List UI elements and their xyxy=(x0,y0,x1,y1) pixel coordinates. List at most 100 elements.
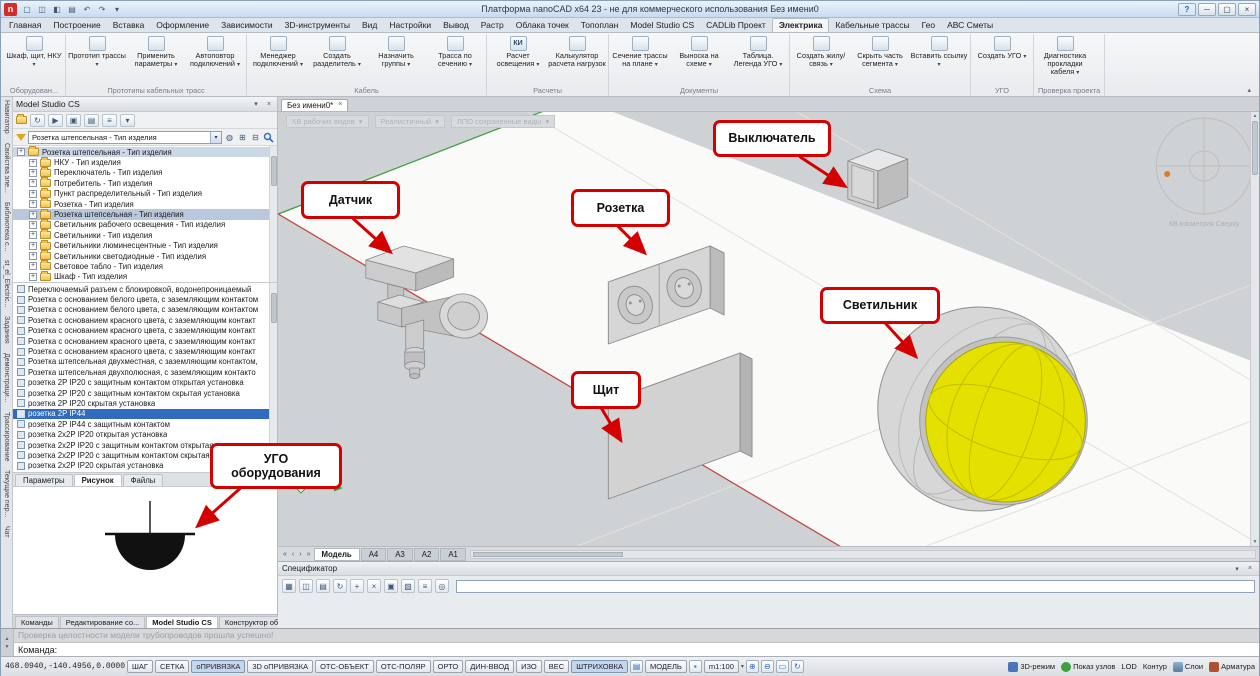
minimize-button[interactable]: ─ xyxy=(1198,3,1216,16)
tree-item[interactable]: + Розетка штепсельная - Тип изделия xyxy=(13,147,277,157)
ribbon-collapse-button[interactable]: ▴ xyxy=(1241,84,1257,96)
ribbon-tab[interactable]: Кабельные трассы xyxy=(829,19,915,32)
annotation-scale-button[interactable]: m1:100 xyxy=(704,660,739,673)
spec-link-icon[interactable]: ◎ xyxy=(435,579,449,593)
panel-menu-icon[interactable]: ▾ xyxy=(251,100,261,108)
list-item[interactable]: розетка 2P IP20 скрытая установка xyxy=(13,398,277,408)
tree-item[interactable]: + Светильник рабочего освещения - Тип из… xyxy=(13,220,277,230)
search-icon[interactable] xyxy=(263,132,274,143)
status-right-item[interactable]: Слои xyxy=(1173,662,1203,672)
list-item[interactable]: Розетка с основанием красного цвета, с з… xyxy=(13,315,277,325)
spec-export-icon[interactable]: ▧ xyxy=(401,579,415,593)
view-selector[interactable]: КВ рабочих видов▾ xyxy=(286,115,369,128)
viewport-vertical-scrollbar[interactable]: ▲ ▼ xyxy=(1250,112,1259,546)
layout-tab[interactable]: Модель xyxy=(314,548,360,561)
layout-tab[interactable]: А1 xyxy=(440,548,466,561)
tree-item[interactable]: + Шкаф - Тип изделия xyxy=(13,272,277,282)
preview-tab[interactable]: Файлы xyxy=(123,474,164,486)
list-scrollbar[interactable] xyxy=(269,283,277,472)
switch-3d[interactable] xyxy=(848,149,908,209)
mode-toggle-button[interactable]: ОТС-ОБЪЕКТ xyxy=(315,660,374,673)
mode-toggle-button[interactable]: ДИН-ВВОД xyxy=(465,660,514,673)
tree-item[interactable]: + Светильники - Тип изделия xyxy=(13,230,277,240)
tree-item[interactable]: + Потребитель - Тип изделия xyxy=(13,178,277,188)
ribbon-button[interactable]: Калькулятор расчета нагрузок xyxy=(548,35,606,69)
expand-icon[interactable]: + xyxy=(29,262,37,270)
mode-toggle-button[interactable]: ШАГ xyxy=(127,660,153,673)
list-item[interactable]: розетка 2P IP20 с защитным контактом скр… xyxy=(13,388,277,398)
undo-icon[interactable]: ↶ xyxy=(80,5,94,14)
docked-panel-tab[interactable]: Библиотека с... xyxy=(3,202,10,251)
ribbon-tab[interactable]: Растр xyxy=(475,19,510,32)
layout-tab[interactable]: А2 xyxy=(414,548,440,561)
list-item[interactable]: розетка 2P IP44 с защитным контактом xyxy=(13,419,277,429)
spec-settings-icon[interactable]: ▣ xyxy=(384,579,398,593)
mode-toggle-button[interactable]: ОРТО xyxy=(433,660,464,673)
list-item[interactable]: Розетка с основанием белого цвета, с заз… xyxy=(13,305,277,315)
saved-views-selector[interactable]: ЛПО сохраненные виды▾ xyxy=(451,115,555,128)
ribbon-tab[interactable]: Вывод xyxy=(437,19,475,32)
mode-toggle-button[interactable]: ОТС-ПОЛЯР xyxy=(376,660,431,673)
spec-print-icon[interactable]: ≡ xyxy=(418,579,432,593)
spec-add-icon[interactable]: + xyxy=(350,579,364,593)
ribbon-button[interactable]: Трасса по сечению ▾ xyxy=(426,35,484,69)
ribbon-tab[interactable]: АВС Сметы xyxy=(941,19,999,32)
docked-panel-tab[interactable]: Чат xyxy=(3,526,10,538)
zoom-window-icon[interactable]: ▭ xyxy=(776,660,789,673)
spec-delete-icon[interactable]: × xyxy=(367,579,381,593)
expand-icon[interactable]: + xyxy=(29,190,37,198)
apply-icon[interactable]: ▶ xyxy=(48,114,63,127)
lock-scale-icon[interactable]: ▪ xyxy=(689,660,702,673)
mode-toggle-button[interactable]: 3D оПРИВЯЗКА xyxy=(247,660,313,673)
ribbon-button[interactable]: Создать жилу/связь ▾ xyxy=(792,35,850,69)
view-compass[interactable]: КВ изометрия Сверху xyxy=(1156,118,1252,228)
new-file-icon[interactable]: ▢ xyxy=(20,5,34,14)
scale-dropdown-icon[interactable]: ▾ xyxy=(741,663,744,670)
list-item[interactable]: Переключаемый разъем с блокировкой, водо… xyxy=(13,284,277,294)
ribbon-button[interactable]: Создать разделитель ▾ xyxy=(308,35,366,69)
ribbon-tab[interactable]: Топоплан xyxy=(575,19,625,32)
ribbon-tab[interactable]: Вставка xyxy=(107,19,151,32)
expand-icon[interactable]: + xyxy=(29,200,37,208)
more-icon[interactable]: ▾ xyxy=(120,114,135,127)
docked-panel-tab[interactable]: Навигатор xyxy=(3,100,10,134)
document-tab[interactable]: Без имени0* × xyxy=(281,99,348,111)
ribbon-tab[interactable]: Гео xyxy=(916,19,942,32)
model-space-icon[interactable]: ▤ xyxy=(630,660,643,673)
ribbon-button[interactable]: Назначить группы ▾ xyxy=(367,35,425,69)
tree-item[interactable]: + Переключатель - Тип изделия xyxy=(13,168,277,178)
status-right-item[interactable]: Показ узлов xyxy=(1061,662,1115,672)
docked-panel-tab[interactable]: Текущие пер... xyxy=(3,470,10,517)
ribbon-tab[interactable]: 3D-инструменты xyxy=(279,19,356,32)
settings-icon[interactable]: ▣ xyxy=(66,114,81,127)
layout-tab[interactable]: А3 xyxy=(387,548,413,561)
ribbon-button[interactable]: Шкаф, щит, НКУ ▾ xyxy=(5,35,63,69)
list-item[interactable]: Розетка с основанием красного цвета, с з… xyxy=(13,336,277,346)
expand-icon[interactable]: + xyxy=(29,159,37,167)
ribbon-button[interactable]: Применить параметры ▾ xyxy=(127,35,185,69)
ribbon-tab[interactable]: Облака точек xyxy=(510,19,575,32)
tree-item[interactable]: + Розетка штепсельная - Тип изделия xyxy=(13,209,277,219)
expand-icon[interactable]: + xyxy=(29,169,37,177)
zoom-out-icon[interactable]: ⊖ xyxy=(761,660,774,673)
model-space-button[interactable]: МОДЕЛЬ xyxy=(645,660,687,673)
redo-icon[interactable]: ↷ xyxy=(95,5,109,14)
mode-toggle-button[interactable]: оПРИВЯЗКА xyxy=(191,660,245,673)
list-item[interactable]: розетка 2x2P IP20 открытая установка xyxy=(13,429,277,439)
list-item[interactable]: розетка 2x2P IP20 с защитным контактом о… xyxy=(13,440,277,450)
ribbon-button[interactable]: Скрыть часть сегмента ▾ xyxy=(851,35,909,69)
panel-menu-icon[interactable]: ▾ xyxy=(1232,565,1242,573)
spec-columns-icon[interactable]: ◫ xyxy=(299,579,313,593)
status-right-item[interactable]: LOD xyxy=(1121,662,1136,671)
spec-refresh-icon[interactable]: ↻ xyxy=(333,579,347,593)
list-item[interactable]: Розетка с основанием красного цвета, с з… xyxy=(13,346,277,356)
last-layout-icon[interactable]: » xyxy=(305,551,313,558)
tree-scrollbar[interactable] xyxy=(269,146,277,282)
ribbon-button[interactable]: Выноска на схеме ▾ xyxy=(670,35,728,69)
list-item[interactable]: Розетка штепсельная двухполюсная, с зазе… xyxy=(13,367,277,377)
viewport-horizontal-scrollbar[interactable] xyxy=(470,550,1256,559)
ribbon-tab[interactable]: Настройки xyxy=(383,19,437,32)
expand-icon[interactable]: + xyxy=(29,273,37,281)
open-library-icon[interactable] xyxy=(16,116,27,124)
drawing-viewport[interactable]: КВ рабочих видов▾ Реалистичный▾ ЛПО сохр… xyxy=(278,112,1259,546)
